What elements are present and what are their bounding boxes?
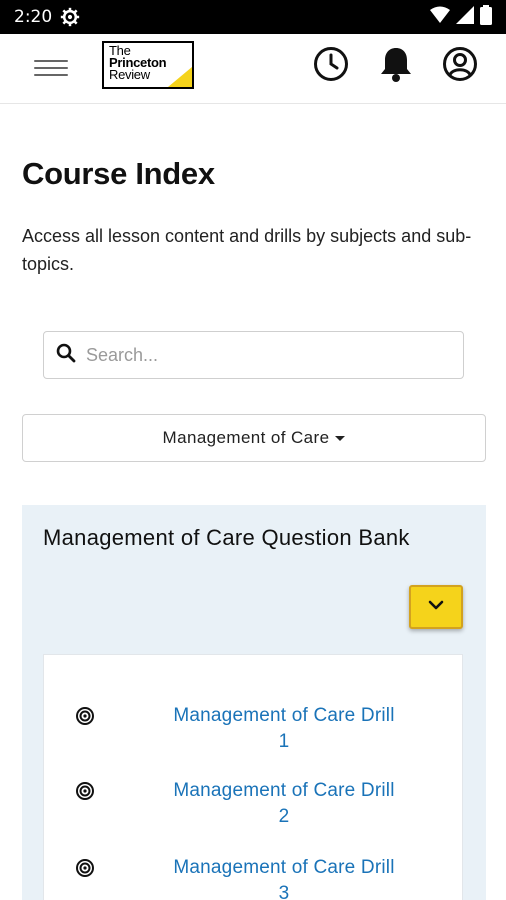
status-bar: 2:20 <box>0 0 506 34</box>
account-profile-icon[interactable] <box>440 44 480 84</box>
drill-item: Management of Care Drill 3 <box>44 855 464 900</box>
subject-dropdown-label: Management of Care <box>162 428 330 447</box>
logo-line-3: Review <box>109 67 150 82</box>
settings-gear-icon <box>60 7 80 27</box>
target-icon <box>74 780 96 802</box>
status-time: 2:20 <box>14 7 53 27</box>
search-box[interactable] <box>43 331 464 379</box>
chevron-down-icon <box>428 598 444 616</box>
drill-link-line2: 3 <box>278 883 290 900</box>
signal-icon <box>456 5 474 29</box>
drill-link-line1: Management of Care Drill <box>173 705 395 726</box>
drill-link-line2: 1 <box>278 731 290 752</box>
search-input[interactable] <box>86 344 426 366</box>
drill-link[interactable]: Management of Care Drill 2 <box>154 778 414 830</box>
target-icon <box>74 857 96 879</box>
search-icon <box>56 343 76 368</box>
drill-link-line2: 2 <box>278 806 290 827</box>
history-clock-icon[interactable] <box>311 44 351 84</box>
hamburger-menu-icon[interactable] <box>34 54 68 82</box>
drill-link-line1: Management of Care Drill <box>173 780 395 801</box>
drill-item: Management of Care Drill 2 <box>44 778 464 838</box>
battery-icon <box>480 4 492 30</box>
caret-down-icon <box>335 435 346 441</box>
question-bank-title: Management of Care Question Bank <box>43 525 410 550</box>
drill-link[interactable]: Management of Care Drill 1 <box>154 703 414 755</box>
app-header: The Princeton Review <box>0 34 506 104</box>
logo-yellow-triangle <box>168 67 192 87</box>
drill-link-line1: Management of Care Drill <box>173 857 395 878</box>
collapse-toggle-button[interactable] <box>409 585 463 629</box>
princeton-review-logo[interactable]: The Princeton Review <box>102 41 194 89</box>
subject-dropdown[interactable]: Management of Care <box>22 414 486 462</box>
target-icon <box>74 705 96 727</box>
page-description: Access all lesson content and drills by … <box>22 226 472 274</box>
drill-list: Management of Care Drill 1 Management of… <box>43 654 463 900</box>
notifications-bell-icon[interactable] <box>376 44 416 84</box>
drill-link[interactable]: Management of Care Drill 3 <box>154 855 414 900</box>
drill-item: Management of Care Drill 1 <box>44 703 464 763</box>
page-title: Course Index <box>22 156 215 191</box>
question-bank-panel: Management of Care Question Bank Managem… <box>22 505 486 900</box>
wifi-icon <box>430 6 450 29</box>
